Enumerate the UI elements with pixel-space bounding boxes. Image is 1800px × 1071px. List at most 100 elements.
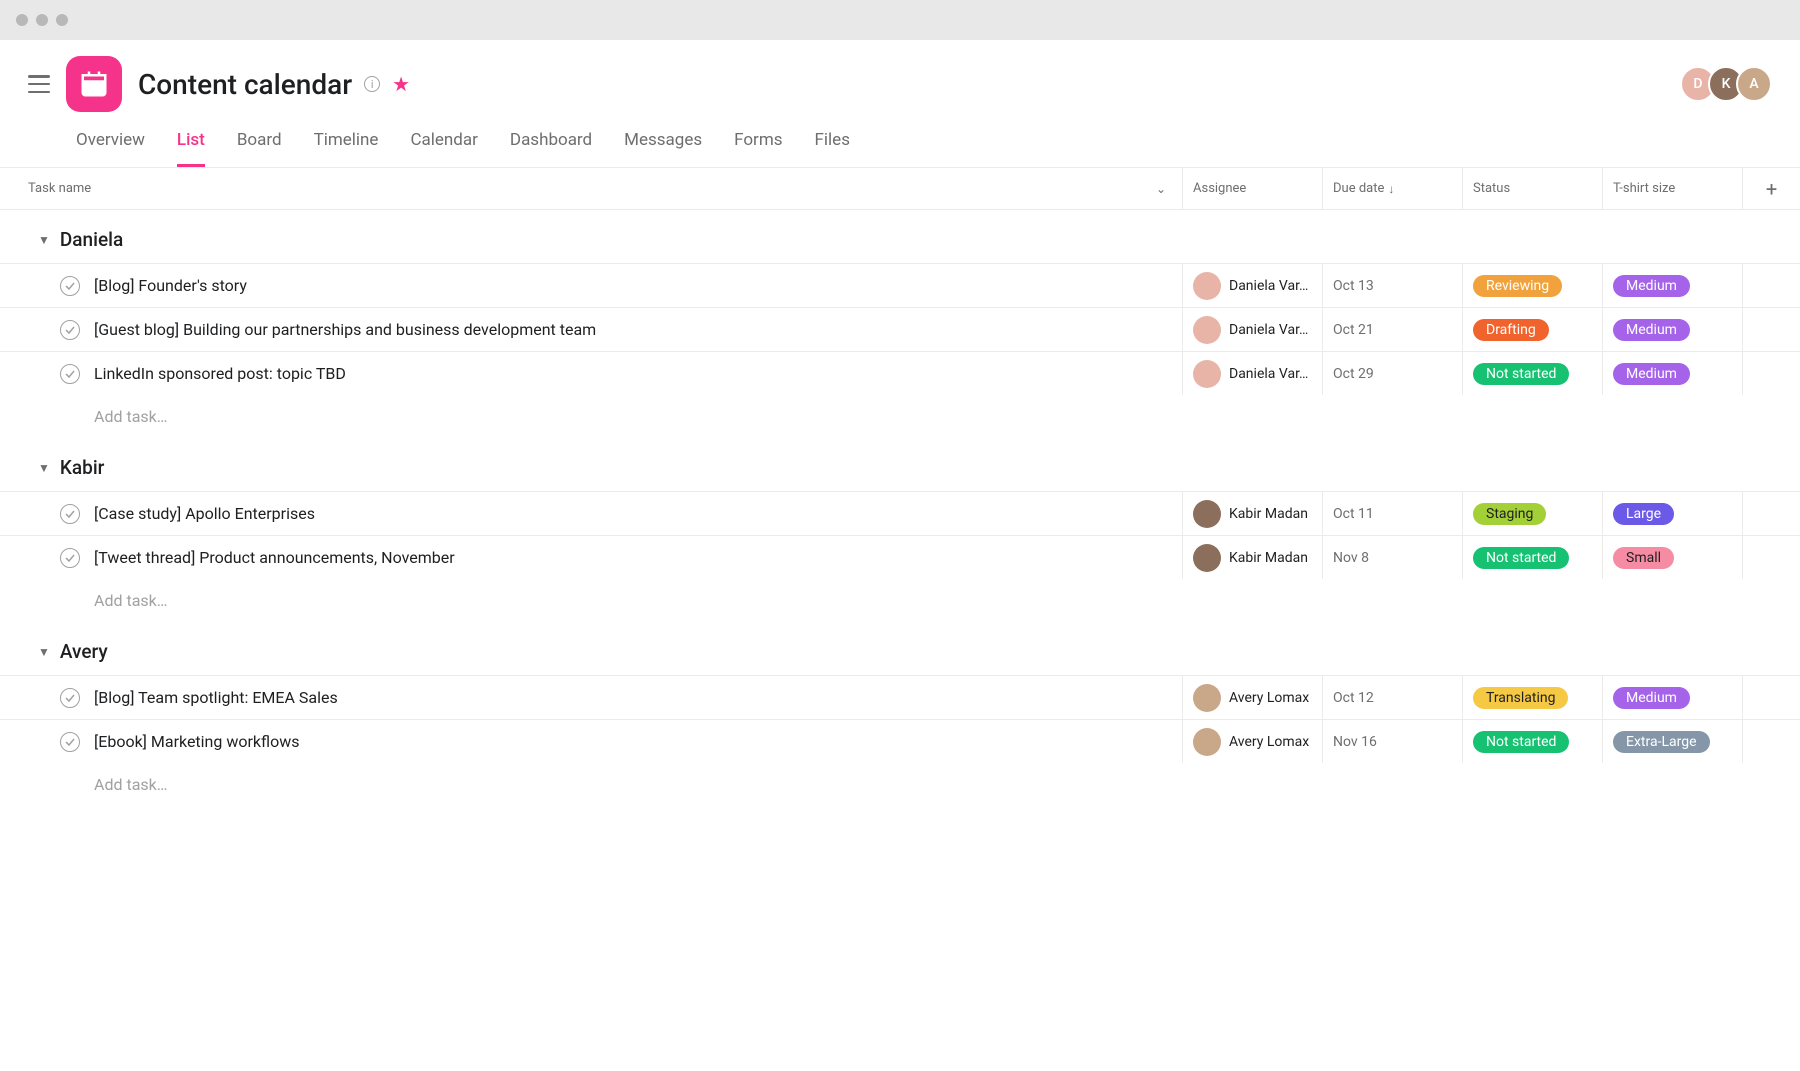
cell-assignee[interactable]: Daniela Var…: [1182, 308, 1322, 351]
tab-files[interactable]: Files: [815, 130, 850, 167]
cell-size[interactable]: Medium: [1602, 676, 1742, 719]
cell-due-date[interactable]: Oct 13: [1322, 264, 1462, 307]
task-name[interactable]: [Guest blog] Building our partnerships a…: [94, 320, 1182, 339]
col-task-name[interactable]: Task name: [28, 181, 91, 196]
cell-size[interactable]: Extra-Large: [1602, 720, 1742, 763]
cell-status[interactable]: Drafting: [1462, 308, 1602, 351]
cell-due-date[interactable]: Nov 16: [1322, 720, 1462, 763]
window-control-dot[interactable]: [16, 14, 28, 26]
tab-list[interactable]: List: [177, 130, 205, 167]
member-avatar[interactable]: A: [1736, 66, 1772, 102]
cell-due-date[interactable]: Oct 11: [1322, 492, 1462, 535]
cell-size[interactable]: Medium: [1602, 352, 1742, 395]
tab-messages[interactable]: Messages: [624, 130, 702, 167]
tab-calendar[interactable]: Calendar: [410, 130, 477, 167]
section-name: Kabir: [60, 456, 105, 479]
cell-assignee[interactable]: Avery Lomax: [1182, 676, 1322, 719]
task-row[interactable]: [Ebook] Marketing workflowsAvery LomaxNo…: [0, 719, 1800, 763]
cell-status[interactable]: Translating: [1462, 676, 1602, 719]
cell-size[interactable]: Medium: [1602, 264, 1742, 307]
size-pill: Medium: [1613, 363, 1690, 385]
task-name[interactable]: [Tweet thread] Product announcements, No…: [94, 548, 1182, 567]
assignee-avatar: [1193, 360, 1221, 388]
complete-checkbox[interactable]: [60, 364, 80, 384]
cell-status[interactable]: Not started: [1462, 720, 1602, 763]
add-task-button[interactable]: Add task…: [0, 763, 1800, 806]
section-header[interactable]: ▼Daniela: [0, 228, 1800, 263]
cell-status[interactable]: Not started: [1462, 536, 1602, 579]
window-control-dot[interactable]: [56, 14, 68, 26]
add-task-button[interactable]: Add task…: [0, 579, 1800, 622]
task-name[interactable]: [Blog] Team spotlight: EMEA Sales: [94, 688, 1182, 707]
cell-extra: [1742, 492, 1800, 535]
task-row[interactable]: [Blog] Founder's storyDaniela Var…Oct 13…: [0, 263, 1800, 307]
hamburger-menu-icon[interactable]: [28, 75, 50, 93]
add-column-button[interactable]: +: [1742, 168, 1800, 209]
cell-size[interactable]: Large: [1602, 492, 1742, 535]
cell-assignee[interactable]: Daniela Var…: [1182, 352, 1322, 395]
complete-checkbox[interactable]: [60, 504, 80, 524]
chevron-down-icon[interactable]: ⌄: [1156, 182, 1166, 196]
cell-size[interactable]: Medium: [1602, 308, 1742, 351]
project-members[interactable]: DKA: [1688, 66, 1772, 102]
task-name[interactable]: LinkedIn sponsored post: topic TBD: [94, 364, 1182, 383]
cell-assignee[interactable]: Daniela Var…: [1182, 264, 1322, 307]
cell-status[interactable]: Not started: [1462, 352, 1602, 395]
task-name[interactable]: [Blog] Founder's story: [94, 276, 1182, 295]
star-icon[interactable]: ★: [392, 72, 410, 96]
complete-checkbox[interactable]: [60, 688, 80, 708]
info-icon[interactable]: i: [364, 76, 380, 92]
task-name[interactable]: [Case study] Apollo Enterprises: [94, 504, 1182, 523]
tab-dashboard[interactable]: Dashboard: [510, 130, 592, 167]
cell-extra: [1742, 308, 1800, 351]
cell-due-date[interactable]: Nov 8: [1322, 536, 1462, 579]
task-row[interactable]: [Case study] Apollo EnterprisesKabir Mad…: [0, 491, 1800, 535]
complete-checkbox[interactable]: [60, 732, 80, 752]
tab-board[interactable]: Board: [237, 130, 282, 167]
assignee-avatar: [1193, 684, 1221, 712]
complete-checkbox[interactable]: [60, 548, 80, 568]
cell-due-date[interactable]: Oct 12: [1322, 676, 1462, 719]
size-pill: Large: [1613, 503, 1674, 525]
tab-overview[interactable]: Overview: [76, 130, 145, 167]
section-header[interactable]: ▼Avery: [0, 640, 1800, 675]
section: ▼Kabir[Case study] Apollo EnterprisesKab…: [0, 438, 1800, 622]
caret-down-icon: ▼: [38, 645, 50, 659]
cell-status[interactable]: Reviewing: [1462, 264, 1602, 307]
cell-extra: [1742, 676, 1800, 719]
cell-due-date[interactable]: Oct 29: [1322, 352, 1462, 395]
section-header[interactable]: ▼Kabir: [0, 456, 1800, 491]
add-task-button[interactable]: Add task…: [0, 395, 1800, 438]
task-row[interactable]: [Blog] Team spotlight: EMEA SalesAvery L…: [0, 675, 1800, 719]
task-name[interactable]: [Ebook] Marketing workflows: [94, 732, 1182, 751]
col-size[interactable]: T-shirt size: [1602, 168, 1742, 209]
cell-size[interactable]: Small: [1602, 536, 1742, 579]
cell-status[interactable]: Staging: [1462, 492, 1602, 535]
cell-assignee[interactable]: Avery Lomax: [1182, 720, 1322, 763]
tab-forms[interactable]: Forms: [734, 130, 782, 167]
project-title[interactable]: Content calendar: [138, 68, 352, 101]
caret-down-icon: ▼: [38, 233, 50, 247]
size-pill: Small: [1613, 547, 1674, 569]
complete-checkbox[interactable]: [60, 276, 80, 296]
col-status[interactable]: Status: [1462, 168, 1602, 209]
tab-timeline[interactable]: Timeline: [314, 130, 379, 167]
size-pill: Medium: [1613, 275, 1690, 297]
task-row[interactable]: [Guest blog] Building our partnerships a…: [0, 307, 1800, 351]
task-row[interactable]: LinkedIn sponsored post: topic TBDDaniel…: [0, 351, 1800, 395]
status-pill: Reviewing: [1473, 275, 1562, 297]
status-pill: Drafting: [1473, 319, 1549, 341]
title-wrap: Content calendar i ★: [138, 68, 410, 101]
cell-extra: [1742, 352, 1800, 395]
window-control-dot[interactable]: [36, 14, 48, 26]
cell-assignee[interactable]: Kabir Madan: [1182, 492, 1322, 535]
col-due-date[interactable]: Due date↓: [1322, 168, 1462, 209]
assignee-avatar: [1193, 544, 1221, 572]
cell-assignee[interactable]: Kabir Madan: [1182, 536, 1322, 579]
col-assignee[interactable]: Assignee: [1182, 168, 1322, 209]
cell-due-date[interactable]: Oct 21: [1322, 308, 1462, 351]
complete-checkbox[interactable]: [60, 320, 80, 340]
status-pill: Not started: [1473, 731, 1569, 753]
task-row[interactable]: [Tweet thread] Product announcements, No…: [0, 535, 1800, 579]
size-pill: Extra-Large: [1613, 731, 1710, 753]
